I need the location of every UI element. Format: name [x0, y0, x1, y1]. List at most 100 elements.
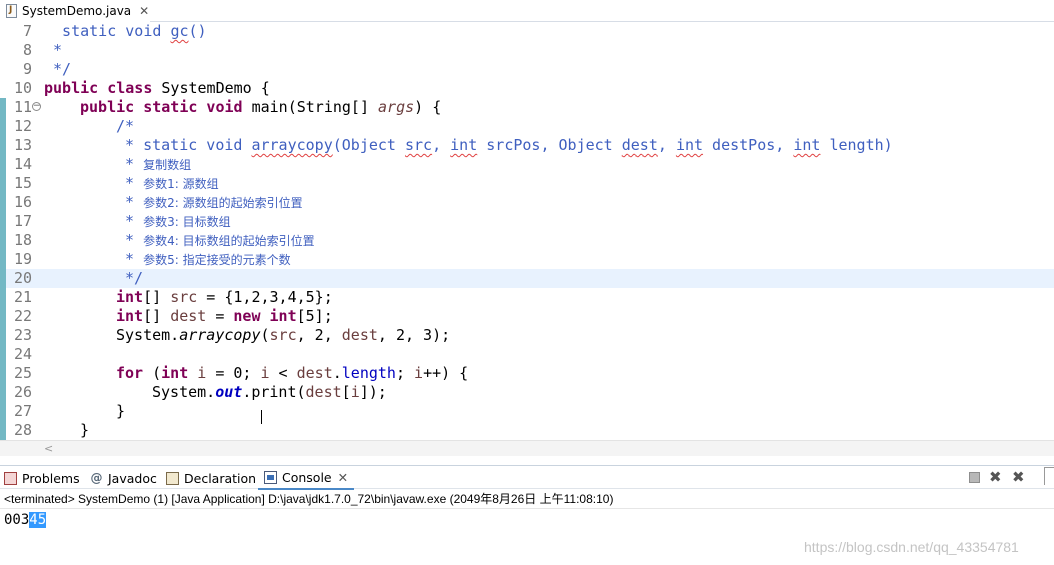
- console-icon: [264, 470, 277, 484]
- remove-launch-icon[interactable]: ✖: [989, 468, 1002, 486]
- code-line: 17 * 参数3: 目标数组: [0, 212, 1054, 231]
- change-marker: [0, 364, 6, 383]
- change-marker: [0, 250, 6, 269]
- scroll-left-icon[interactable]: <: [44, 441, 53, 456]
- editor-horizontal-scrollbar[interactable]: <: [0, 440, 1054, 456]
- console-output-text: 003: [4, 512, 30, 528]
- close-icon[interactable]: ✕: [338, 470, 348, 485]
- code-line: 24: [0, 345, 1054, 364]
- tab-problems[interactable]: Problems: [4, 466, 80, 490]
- line-number: 21: [13, 288, 32, 306]
- panel-tab-bar: Problems @ Javadoc Declaration Console ✕: [0, 465, 1054, 490]
- change-marker: [0, 421, 6, 440]
- code-editor[interactable]: 7 static void gc() 8 * 9 */ 10 public cl…: [0, 22, 1054, 440]
- line-number: 11: [13, 98, 32, 116]
- code-text: }: [80, 421, 90, 439]
- code-text: int[] dest = new int[5];: [116, 307, 333, 325]
- line-number: 9: [22, 60, 32, 78]
- line-number: 13: [13, 136, 32, 154]
- line-number: 12: [13, 117, 32, 135]
- change-marker: [0, 326, 6, 345]
- code-line: 11 − public static void main(String[] ar…: [0, 98, 1054, 117]
- code-line: 13 * static void arraycopy(Object src, i…: [0, 136, 1054, 155]
- code-text: * 参数3: 目标数组: [116, 212, 231, 230]
- code-text: * 复制数组: [116, 155, 192, 173]
- change-marker: [0, 383, 6, 402]
- code-text: */: [116, 269, 144, 287]
- change-marker: [0, 98, 6, 117]
- code-text: for (int i = 0; i < dest.length; i++) {: [116, 364, 469, 382]
- code-text: System.out.print(dest[i]);: [152, 383, 387, 401]
- tab-label: Javadoc: [108, 470, 157, 486]
- line-number: 24: [13, 345, 32, 363]
- line-number: 15: [13, 174, 32, 192]
- code-line: 23 System.arraycopy(src, 2, dest, 2, 3);: [0, 326, 1054, 345]
- current-code-line: 20 */: [0, 269, 1054, 288]
- code-line: 8 *: [0, 41, 1054, 60]
- tab-declaration[interactable]: Declaration: [166, 466, 256, 490]
- line-number: 26: [13, 383, 32, 401]
- line-number: 10: [13, 79, 32, 97]
- remove-all-terminated-icon[interactable]: ✖: [1012, 468, 1025, 486]
- change-marker: [0, 136, 6, 155]
- change-marker: [0, 231, 6, 250]
- code-line: 19 * 参数5: 指定接受的元素个数: [0, 250, 1054, 269]
- change-marker: [0, 155, 6, 174]
- terminate-icon[interactable]: [969, 472, 980, 483]
- code-text: * 参数2: 源数组的起始索引位置: [116, 193, 303, 211]
- declaration-icon: [166, 471, 179, 485]
- change-marker: [0, 117, 6, 136]
- code-line: 21 int[] src = {1,2,3,4,5};: [0, 288, 1054, 307]
- line-number: 19: [13, 250, 32, 268]
- javadoc-icon: @: [90, 470, 103, 485]
- console-status-line: <terminated> SystemDemo (1) [Java Applic…: [4, 492, 614, 506]
- close-icon[interactable]: ✕: [139, 4, 149, 18]
- code-line: 12 /*: [0, 117, 1054, 136]
- code-line: 27 }: [0, 402, 1054, 421]
- code-text: * 参数4: 目标数组的起始索引位置: [116, 231, 315, 249]
- problems-icon: [4, 471, 17, 485]
- console-divider: [0, 508, 1054, 509]
- console-output[interactable]: 00345: [4, 511, 47, 529]
- change-marker: [0, 174, 6, 193]
- editor-tab-systemdemo[interactable]: SystemDemo.java ✕: [0, 0, 150, 22]
- tab-label: Declaration: [184, 470, 257, 486]
- java-file-icon: [6, 4, 17, 18]
- code-text: public static void main(String[] args) {: [80, 98, 442, 116]
- change-marker: [0, 307, 6, 326]
- code-text: * 参数1: 源数组: [116, 174, 219, 192]
- line-number: 18: [13, 231, 32, 249]
- code-line: 16 * 参数2: 源数组的起始索引位置: [0, 193, 1054, 212]
- line-number: 16: [13, 193, 32, 211]
- line-number: 27: [13, 402, 32, 420]
- line-number: 14: [13, 155, 32, 173]
- line-number: 8: [22, 41, 32, 59]
- code-line: 26 System.out.print(dest[i]);: [0, 383, 1054, 402]
- code-text: /*: [116, 117, 135, 135]
- code-text: int[] src = {1,2,3,4,5};: [116, 288, 333, 306]
- line-number: 25: [13, 364, 32, 382]
- fold-toggle-icon[interactable]: −: [32, 102, 41, 111]
- tab-label: Problems: [22, 470, 80, 486]
- code-text: System.arraycopy(src, 2, dest, 2, 3);: [116, 326, 451, 344]
- tab-javadoc[interactable]: @ Javadoc: [90, 466, 157, 490]
- line-number: 20: [13, 269, 32, 287]
- code-text: * 参数5: 指定接受的元素个数: [116, 250, 291, 268]
- view-menu-icon[interactable]: [1044, 467, 1054, 485]
- code-line: 10 public class SystemDemo {: [0, 79, 1054, 98]
- tab-console[interactable]: Console ✕: [258, 466, 355, 490]
- line-number: 7: [22, 22, 32, 40]
- code-text: *: [44, 41, 63, 59]
- tab-label: Console: [282, 469, 332, 485]
- change-marker: [0, 212, 6, 231]
- code-line: 7 static void gc(): [0, 22, 1054, 41]
- code-line: 14 * 复制数组: [0, 155, 1054, 174]
- code-line: 15 * 参数1: 源数组: [0, 174, 1054, 193]
- line-number: 22: [13, 307, 32, 325]
- editor-tab-label: SystemDemo.java: [22, 4, 132, 18]
- change-marker: [0, 402, 6, 421]
- change-marker: [0, 345, 6, 364]
- code-line: 22 int[] dest = new int[5];: [0, 307, 1054, 326]
- code-text: static void gc(): [44, 22, 207, 40]
- code-line: 28 }: [0, 421, 1054, 440]
